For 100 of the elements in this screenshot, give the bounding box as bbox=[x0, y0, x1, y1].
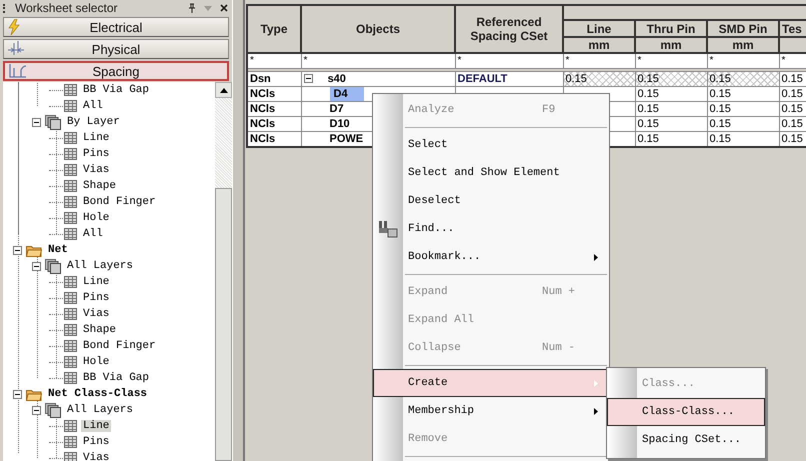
menu-item[interactable]: Bookmark... bbox=[373, 243, 609, 271]
menu-item[interactable]: Create bbox=[373, 369, 609, 397]
table-cell: NCls bbox=[250, 88, 276, 100]
table-cell: 0.15 bbox=[566, 73, 587, 85]
unit-label: mm bbox=[732, 38, 754, 52]
table-cell: Dsn bbox=[250, 73, 271, 85]
lightning-icon bbox=[8, 19, 20, 35]
table-cell: 0.15 bbox=[638, 118, 659, 130]
filter-field[interactable]: * bbox=[566, 55, 570, 66]
column-header[interactable]: SMD Pin bbox=[707, 20, 779, 37]
table-cell: 0.15 bbox=[638, 133, 659, 145]
collapse-toggle[interactable] bbox=[32, 262, 41, 270]
collapse-toggle[interactable] bbox=[32, 118, 41, 126]
tree-item[interactable]: By Layer bbox=[65, 116, 122, 128]
layers-icon bbox=[45, 258, 61, 274]
tree-item[interactable]: Line bbox=[81, 276, 112, 288]
menu-item[interactable]: Select bbox=[373, 131, 609, 159]
filter-field[interactable]: * bbox=[710, 55, 714, 66]
table-cell: 0.15 bbox=[638, 88, 659, 100]
menu-item[interactable]: Select and Show Element bbox=[373, 159, 609, 187]
submenu-arrow-icon bbox=[594, 408, 598, 414]
column-header[interactable]: Thru Pin bbox=[635, 20, 707, 37]
tree-item[interactable]: BB Via Gap bbox=[81, 84, 152, 96]
column-header[interactable]: Tes bbox=[779, 20, 806, 37]
column-header[interactable]: Type bbox=[247, 5, 301, 53]
column-header[interactable]: Objects bbox=[301, 5, 455, 53]
menu-item[interactable]: Membership bbox=[373, 397, 609, 425]
column-header[interactable]: Referenced Spacing CSet bbox=[455, 5, 563, 53]
unit-label: mm bbox=[660, 38, 682, 52]
tree-item[interactable]: All bbox=[81, 100, 105, 112]
table-cell: 0.15 bbox=[782, 73, 803, 85]
category-tab[interactable]: Electrical bbox=[3, 17, 229, 37]
category-tab[interactable]: Spacing bbox=[3, 61, 229, 81]
table-cell: NCls bbox=[250, 133, 276, 145]
column-header[interactable]: Line bbox=[563, 20, 635, 37]
table-cell: 0.15 bbox=[638, 103, 659, 115]
splitter[interactable] bbox=[232, 0, 245, 461]
scroll-thumb[interactable] bbox=[215, 188, 232, 461]
tree-item[interactable]: All Layers bbox=[65, 260, 136, 272]
table-cell: 0.15 bbox=[710, 118, 731, 130]
tree-item[interactable]: Net bbox=[46, 244, 70, 256]
submenu-arrow-icon bbox=[594, 254, 598, 260]
table-cell: 0.15 bbox=[710, 133, 731, 145]
close-icon[interactable] bbox=[220, 4, 228, 12]
table-cell: 0.15 bbox=[782, 103, 803, 115]
table-cell: NCls bbox=[250, 118, 276, 130]
spacing-icon bbox=[9, 64, 27, 78]
table-cell: 0.15 bbox=[782, 118, 803, 130]
scroll-up-icon bbox=[220, 88, 228, 92]
tree-item[interactable]: Line bbox=[81, 132, 112, 144]
table-cell: 0.15 bbox=[710, 73, 731, 85]
tree-item[interactable]: Vias bbox=[81, 308, 112, 320]
filter-field[interactable]: * bbox=[458, 55, 462, 66]
tree-item[interactable]: Vias bbox=[81, 452, 112, 461]
tree-item[interactable]: All Layers bbox=[65, 404, 136, 416]
folder-icon bbox=[26, 388, 42, 400]
tree-item[interactable]: Pins bbox=[81, 292, 112, 304]
table-cell: 0.15 bbox=[638, 73, 659, 85]
filter-field[interactable]: * bbox=[638, 55, 642, 66]
tree-item[interactable]: Shape bbox=[81, 180, 118, 192]
line-width-icon bbox=[8, 41, 24, 55]
menu-item[interactable]: Class-Class... bbox=[607, 398, 765, 426]
menu-item[interactable]: Deselect bbox=[373, 187, 609, 215]
table-cell[interactable]: D4 bbox=[330, 88, 364, 100]
table-cell[interactable]: D10 bbox=[330, 118, 350, 130]
tree-item[interactable]: Vias bbox=[81, 164, 112, 176]
collapse-toggle[interactable] bbox=[304, 74, 312, 83]
scroll-up-button[interactable] bbox=[215, 82, 232, 98]
layers-icon bbox=[45, 402, 61, 418]
collapse-toggle[interactable] bbox=[32, 406, 41, 414]
tree-item[interactable]: Net Class-Class bbox=[46, 388, 150, 400]
grip-icon bbox=[3, 4, 7, 12]
collapse-toggle[interactable] bbox=[13, 246, 22, 254]
filter-field[interactable]: * bbox=[782, 55, 786, 66]
table-cell[interactable]: D7 bbox=[330, 103, 344, 115]
layers-icon bbox=[45, 114, 61, 130]
tree-item[interactable]: Hole bbox=[81, 212, 112, 224]
category-tab[interactable]: Physical bbox=[3, 39, 229, 59]
tree-item[interactable]: Hole bbox=[81, 356, 112, 368]
collapse-toggle[interactable] bbox=[13, 390, 22, 398]
menu-item[interactable]: Find... bbox=[373, 215, 609, 243]
tree-item[interactable]: Line bbox=[81, 420, 112, 432]
tree-item[interactable]: Shape bbox=[81, 324, 118, 336]
table-cell: NCls bbox=[250, 103, 276, 115]
tree-item[interactable]: Bond Finger bbox=[81, 196, 158, 208]
table-cell: 0.15 bbox=[782, 133, 803, 145]
tree-item[interactable]: Pins bbox=[81, 436, 112, 448]
pin-icon[interactable] bbox=[188, 3, 196, 13]
filter-field[interactable]: * bbox=[250, 55, 254, 66]
tree-item[interactable]: Pins bbox=[81, 148, 112, 160]
table-cell: 0.15 bbox=[782, 88, 803, 100]
table-cell: 0.15 bbox=[710, 88, 731, 100]
submenu-arrow-icon bbox=[594, 380, 598, 386]
table-cell[interactable]: s40 bbox=[328, 73, 346, 85]
tree-item[interactable]: BB Via Gap bbox=[81, 372, 152, 384]
table-cell[interactable]: POWE bbox=[330, 133, 364, 145]
filter-field[interactable]: * bbox=[304, 55, 308, 66]
tree-item[interactable]: All bbox=[81, 228, 105, 240]
tree-item[interactable]: Bond Finger bbox=[81, 340, 158, 352]
menu-item[interactable]: Spacing CSet... bbox=[607, 426, 765, 454]
